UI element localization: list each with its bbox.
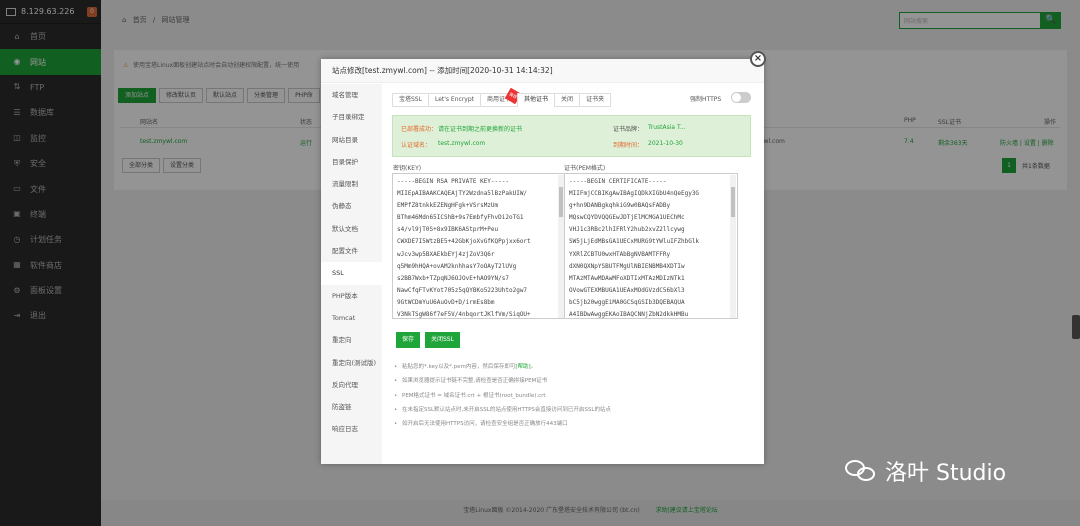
textarea-line: V3NkTSgW86f7eF5V/4nbqortJKlfVm/SiqOU+ (397, 311, 531, 319)
textarea-line: MQswCQYDVQQGEwJDTjElMCMGA1UEChMc (569, 214, 685, 222)
textarea-line: MIIEpAIBAAKCAQEAjTY2Wzdna5lBzPakUIW/ (397, 190, 528, 198)
tip-item: 如果浏览器提示证书链不完整,请检查是否正确拼接PEM证书 (392, 374, 752, 389)
ssl-tab[interactable]: 证书夹 (579, 93, 612, 107)
tip-item: PEM格式证书 = 域名证书.crt + 根证书(root_bundle).cr… (392, 389, 752, 404)
textarea-line: CWXDE7I5WtzBE5+42GbKjoXvGfKQPpjxx6ort (397, 238, 531, 246)
textarea-line: 9GtWCDmYuU6AuOvD+D/irmEs8bm (397, 298, 495, 306)
tip-text: 如开启后无法使用HTTPS访问，请检查安全组是否正确放行443端口 (402, 421, 568, 428)
ssl-tab-label: Let's Encrypt (434, 96, 475, 103)
brand-label: 证书品牌： (613, 126, 644, 133)
textarea-line: wJcv3wp5BXAEkbEYj4zjZoV3Q6r (397, 250, 495, 258)
expire-value: 2021-10-30 (648, 140, 683, 147)
modal-nav-item[interactable]: 防盗链 (321, 396, 382, 418)
ssl-tab-label: 关闭 (561, 96, 574, 103)
watermark: 洛叶 Studio (845, 455, 1006, 487)
textarea-line: q5Mm9hHQA+ovAM2knhhasY7oOAyT2lUVg (397, 262, 517, 270)
textarea-line: NawCfqFTvKYot705z5qQYBKo5223Uhto2gw7 (397, 286, 528, 294)
ssl-tab[interactable]: 宝塔SSL (392, 93, 428, 107)
deployed-label: 已部署成功： (401, 126, 438, 133)
textarea-line: -----BEGIN CERTIFICATE----- (569, 178, 667, 185)
modal-nav-item[interactable]: 默认文档 (321, 218, 382, 240)
modal-nav-item[interactable]: 目录保护 (321, 151, 382, 173)
force-https-toggle[interactable] (731, 92, 751, 103)
modal-title: 站点修改[test.zmywl.com] -- 添加时间[2020-10-31 … (321, 59, 764, 83)
textarea-line: EMPfZ8tnkkEZENgHFgk+VSrsMzUm (397, 202, 499, 210)
ssl-tab[interactable]: 关闭 (554, 93, 580, 107)
textarea-line: MTAzMTAwMDAwMFoXDTIxMTAzMDIzNTk1 (569, 274, 685, 282)
ssl-tab-label: 证书夹 (586, 96, 605, 103)
certificate-textarea[interactable]: -----BEGIN CERTIFICATE----- MIIFmjCCBIKgA… (564, 173, 738, 319)
tip-text: 在未指定SSL默认站点时,未开启SSL的站点使用HTTPS会直接访问到已开启SS… (402, 406, 611, 413)
tip-item: 如开启后无法使用HTTPS访问，请检查安全组是否正确放行443端口 (392, 417, 752, 432)
tip-text: 粘贴您的*.key以及*.pem内容，然后保存即可 (402, 364, 516, 370)
textarea-line: YXRlZCBTU0wxHTAbBgNVBAMTFFRy (569, 250, 671, 258)
modal-nav-item[interactable]: 域名管理 (321, 84, 382, 106)
cert-info-box: 已部署成功： 请在证书到期之前更换新的证书 证书品牌： TrustAsia T.… (392, 115, 751, 157)
modal-nav-item[interactable]: 重定向(测试版) (321, 352, 382, 374)
tip-end: 。 (530, 364, 537, 370)
tip-item: 在未指定SSL默认站点时,未开启SSL的站点使用HTTPS会直接访问到已开启SS… (392, 403, 752, 418)
deployed-message: 请在证书到期之前更换新的证书 (438, 126, 523, 133)
ssl-tips-list: 粘贴您的*.key以及*.pem内容，然后保存即可[帮助]。如果浏览器提示证书链… (392, 360, 752, 432)
modal-nav-item[interactable]: 网站目录 (321, 129, 382, 151)
ssl-panel: 宝塔SSL Let's Encrypt 商用证书 推荐 其他证书 关闭 证书夹 强制HTTP… (382, 84, 764, 464)
textarea-line: bC5jb20wggEiMA0GCSqGSIb3DQEBAQUA (569, 298, 685, 306)
modal-nav-item[interactable]: 流量限制 (321, 173, 382, 195)
textarea-line: OVowGTEXMBUGA1UEAxMOdGVzdC56bXl3 (569, 286, 685, 294)
modal-nav-item[interactable]: Tomcat (321, 307, 382, 329)
tip-text: 如果浏览器提示证书链不完整,请检查是否正确拼接PEM证书 (402, 378, 548, 385)
watermark-text: 洛叶 Studio (885, 461, 1007, 486)
ssl-tab[interactable]: 商用证书 推荐 (480, 87, 522, 107)
modal-nav-item[interactable]: 配置文件 (321, 240, 382, 262)
tip-text: PEM格式证书 = 域名证书.crt + 根证书(root_bundle).cr… (402, 392, 546, 399)
textarea-line: MIIFmjCCBIKgAwIBAgIQDkXIGbU4nQeEgy3G (569, 190, 700, 198)
modal-side-nav: 域名管理 子目录绑定 网站目录 目录保护 流量限制 伪静态 默认文档 配置文件 SSL PHP版本… (321, 84, 382, 464)
modal-nav-item[interactable]: 子目录绑定 (321, 106, 382, 128)
ssl-tab[interactable]: 其他证书 (517, 93, 555, 107)
modal-nav-item[interactable]: SSL (321, 262, 382, 285)
brand-value: TrustAsia T... (648, 124, 686, 131)
ssl-tab[interactable]: Let's Encrypt (427, 93, 481, 107)
help-link[interactable]: [帮助] (515, 364, 530, 370)
cert-label: 证书(PEM格式) (564, 165, 606, 172)
textarea-line: VHJ1c3RBc2lhIFRlY2hub2xvZ2llcywg (569, 226, 685, 234)
ssl-tab-label: 宝塔SSL (399, 96, 422, 103)
close-ssl-button[interactable]: 关闭SSL (425, 332, 460, 348)
wechat-icon (845, 458, 877, 484)
private-key-textarea[interactable]: -----BEGIN RSA PRIVATE KEY----- MIIEpAIBA… (392, 173, 566, 319)
save-button[interactable]: 保存 (396, 332, 421, 348)
modal-nav-item[interactable]: 反向代理 (321, 374, 382, 396)
textarea-line: -----BEGIN RSA PRIVATE KEY----- (397, 178, 509, 185)
modal-nav-item[interactable]: 响应日志 (321, 418, 382, 440)
textarea-line: g+hn9DANBgkqhkiG9w0BAQsFADBy (569, 202, 671, 210)
modal-nav-item[interactable]: PHP版本 (321, 285, 382, 307)
modal-nav-item[interactable]: 重定向 (321, 329, 382, 351)
tip-item: 粘贴您的*.key以及*.pem内容，然后保存即可[帮助]。 (392, 360, 752, 375)
textarea-line: s4/vl9jT0S+8x9IBK6AStprM+Peu (397, 226, 499, 234)
textarea-line: s2BB7Wxb+TZpqNJ6OJOvE+hAO9YN/s7 (397, 274, 509, 282)
textarea-line: A4IBDwAwggEKAoIBAQCNNjZbN2dkkHMBu (569, 311, 689, 319)
page-scroll-handle[interactable] (1072, 315, 1080, 339)
modal-close-button[interactable]: × (750, 51, 766, 67)
ssl-tabs: 宝塔SSL Let's Encrypt 商用证书 推荐 其他证书 关闭 证书夹 (392, 87, 612, 107)
key-label: 密钥(KEY) (393, 165, 422, 172)
site-edit-modal: 站点修改[test.zmywl.com] -- 添加时间[2020-10-31 … (321, 59, 764, 464)
domain-value: test.zmywl.com (438, 140, 486, 147)
expire-label: 到期时间： (613, 142, 644, 149)
modal-nav-item[interactable]: 伪静态 (321, 195, 382, 217)
scrollbar[interactable] (730, 175, 736, 318)
ssl-tab-label: 其他证书 (524, 96, 549, 103)
force-https-label: 强制HTTPS (690, 96, 722, 103)
textarea-line: SW5jLjEdMBsGA1UECxMURG9tYWluIFZhbGlk (569, 238, 700, 246)
domain-label: 认证域名： (401, 142, 432, 149)
textarea-line: dXN0QXNpYSBUTFMgUlNBIENBMB4XDTIw (569, 262, 685, 270)
textarea-line: BThm46Mdn65ICShB+9s7EmbfyFhvDi2oTG1 (397, 214, 524, 222)
